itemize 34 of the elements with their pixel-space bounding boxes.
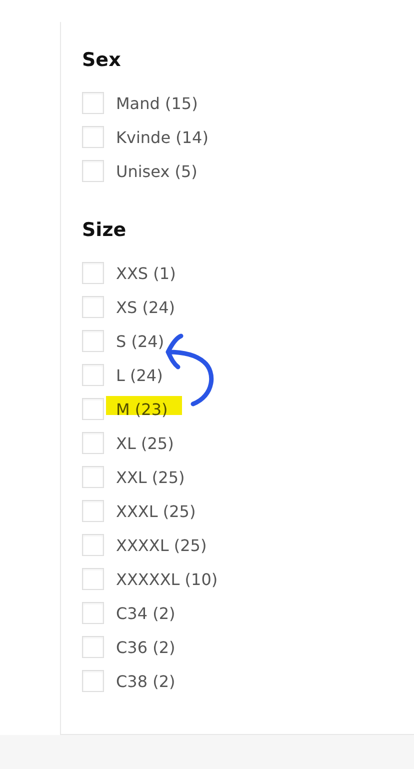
section-heading: Size: [82, 218, 128, 242]
section-heading: Sex: [82, 48, 122, 72]
option-label[interactable]: L (24): [116, 366, 163, 384]
option-label[interactable]: XL (25): [116, 434, 174, 452]
checkbox[interactable]: [82, 126, 104, 148]
checkbox[interactable]: [82, 330, 104, 352]
checkbox[interactable]: [82, 602, 104, 624]
option-label[interactable]: XXXXXL (10): [116, 570, 218, 588]
checkbox[interactable]: [82, 500, 104, 522]
option-label[interactable]: C36 (2): [116, 638, 176, 656]
option-label[interactable]: M (23): [116, 400, 168, 418]
checkbox[interactable]: [82, 432, 104, 454]
option-label[interactable]: XXL (25): [116, 468, 185, 486]
option-label[interactable]: Kvinde (14): [116, 128, 208, 146]
checkbox[interactable]: [82, 364, 104, 386]
option-label[interactable]: S (24): [116, 332, 164, 350]
checkbox[interactable]: [82, 466, 104, 488]
option-label[interactable]: Mand (15): [116, 94, 198, 112]
option-label[interactable]: XXXL (25): [116, 502, 196, 520]
checkbox[interactable]: [82, 262, 104, 284]
checkbox[interactable]: [82, 92, 104, 114]
option-label[interactable]: C38 (2): [116, 672, 176, 690]
checkbox[interactable]: [82, 534, 104, 556]
option-label[interactable]: XXXXL (25): [116, 536, 207, 554]
checkbox[interactable]: [82, 160, 104, 182]
checkbox[interactable]: [82, 398, 104, 420]
checkbox[interactable]: [82, 636, 104, 658]
checkbox[interactable]: [82, 568, 104, 590]
option-label[interactable]: Unisex (5): [116, 162, 198, 180]
option-label[interactable]: XS (24): [116, 298, 176, 316]
option-label[interactable]: XXS (1): [116, 264, 176, 282]
checkbox[interactable]: [82, 670, 104, 692]
checkbox[interactable]: [82, 296, 104, 318]
option-label[interactable]: C34 (2): [116, 604, 176, 622]
